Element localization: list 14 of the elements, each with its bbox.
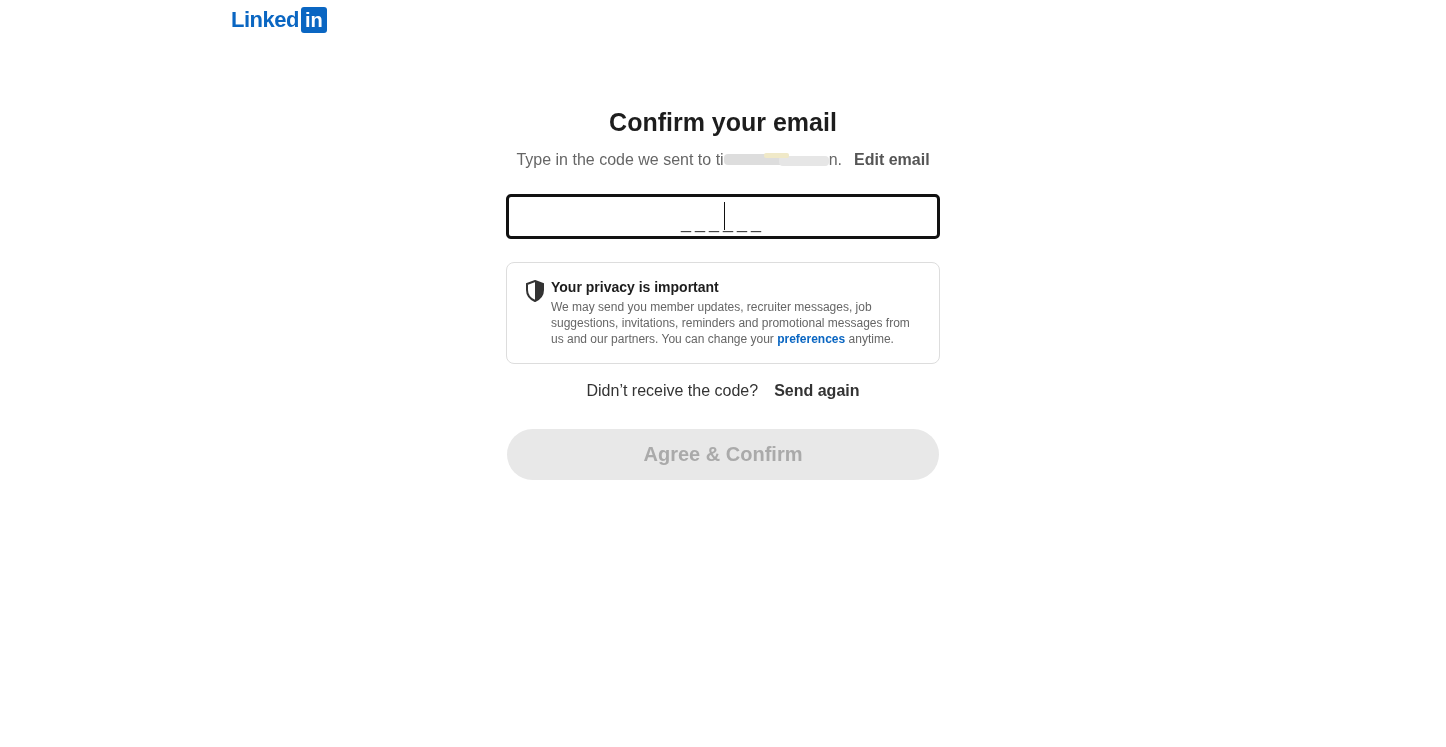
code-input-field[interactable]: ______	[506, 194, 940, 239]
privacy-text: We may send you member updates, recruiter messages, job suggestions, invitations, reminders and promotional messages from us and our partners. You can change your preferences anytime.	[551, 299, 911, 347]
shield-icon	[525, 280, 545, 302]
send-again-link[interactable]: Send again	[774, 382, 860, 400]
resend-prompt: Didn’t receive the code?	[586, 382, 759, 400]
logo-text: Linked	[231, 7, 299, 33]
edit-email-link[interactable]: Edit email	[854, 151, 930, 169]
logo-badge: in	[300, 7, 327, 33]
page-title: Confirm your email	[609, 108, 837, 137]
preferences-link[interactable]: preferences	[777, 332, 846, 346]
instruction-end-text: n.	[828, 151, 842, 169]
text-cursor	[724, 202, 725, 230]
privacy-title: Your privacy is important	[551, 279, 720, 295]
instruction-text: Type in the code we sent to ti	[516, 151, 724, 169]
